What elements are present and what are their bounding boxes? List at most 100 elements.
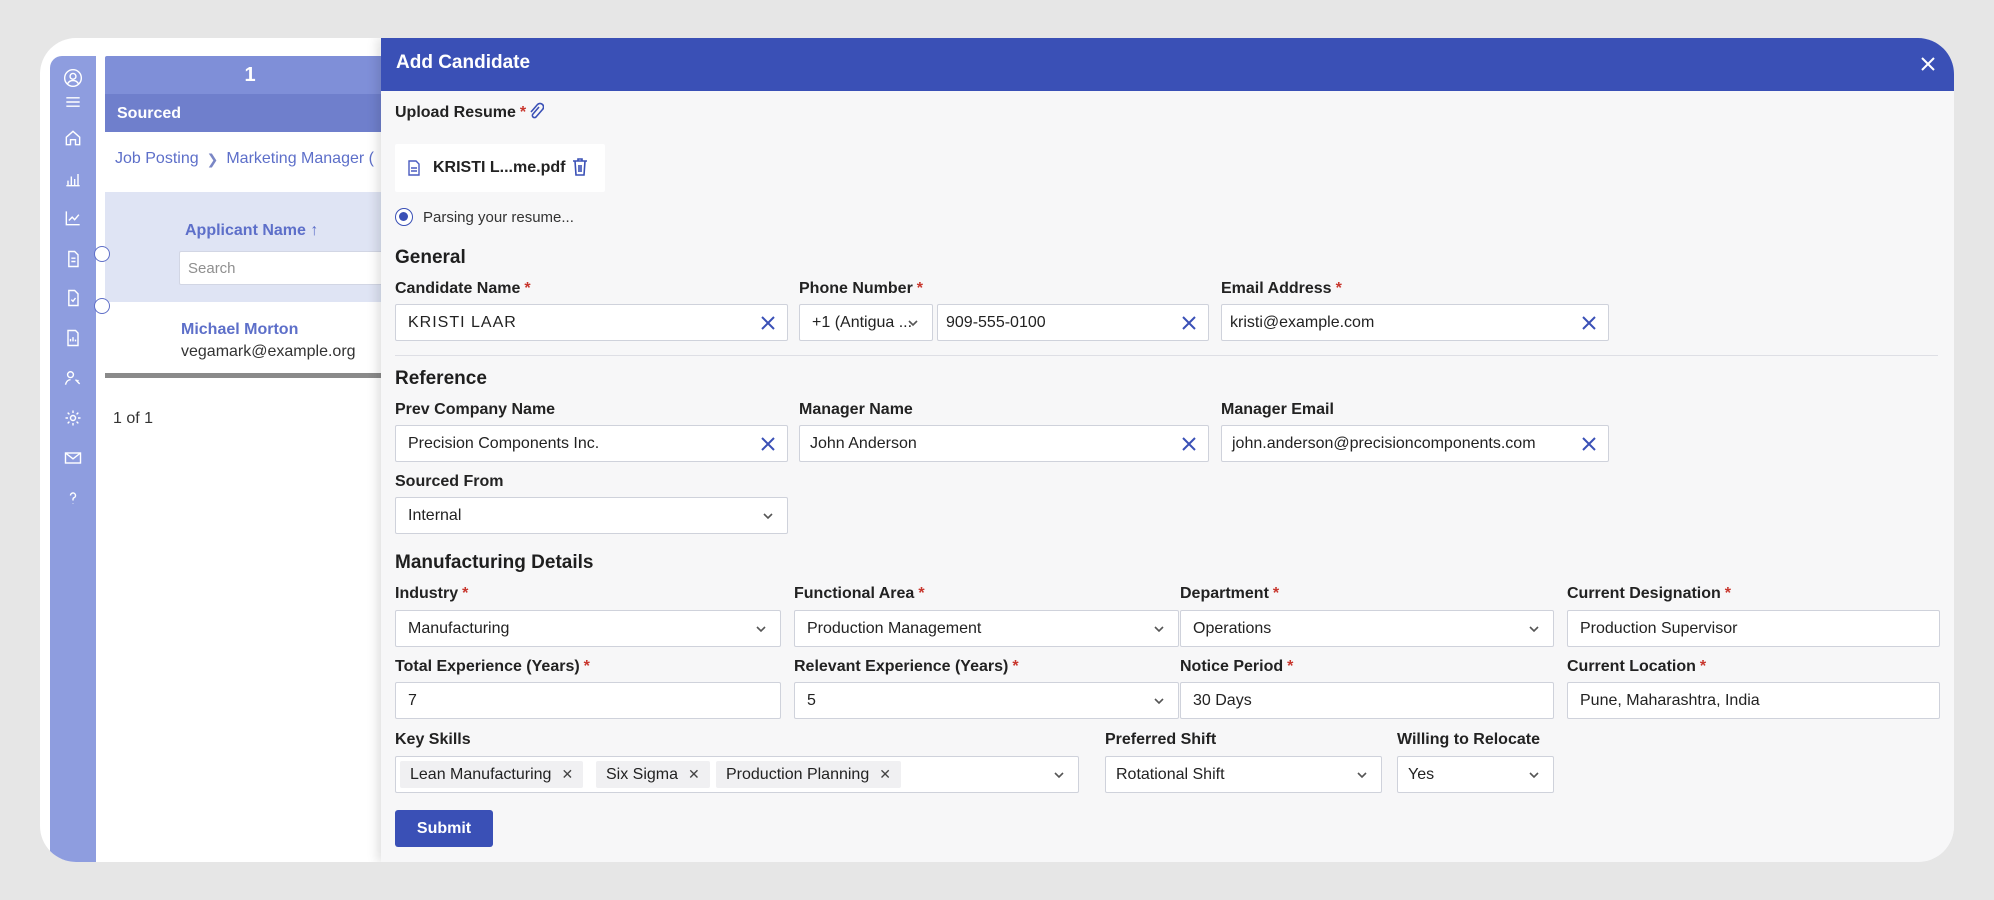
applicant-name-link[interactable]: Michael Morton bbox=[181, 321, 298, 339]
skill-chip: Six Sigma ✕ bbox=[596, 761, 710, 788]
breadcrumb-root[interactable]: Job Posting bbox=[115, 150, 199, 168]
relevant-experience-label: Relevant Experience (Years) * bbox=[794, 658, 1019, 675]
manager-name-field[interactable]: John Anderson bbox=[799, 425, 1209, 462]
willing-to-relocate-label: Willing to Relocate bbox=[1397, 731, 1540, 748]
submit-button[interactable]: Submit bbox=[395, 810, 493, 847]
uploaded-file-name: KRISTI L...me.pdf bbox=[433, 159, 566, 176]
app-window: 1 Sourced Job Posting ❯ Marketing Manage… bbox=[40, 38, 1954, 862]
row-select-radio[interactable] bbox=[94, 298, 110, 314]
modal-header: Add Candidate bbox=[381, 38, 1954, 91]
preferred-shift-label: Preferred Shift bbox=[1105, 731, 1217, 748]
breadcrumb: Job Posting ❯ Marketing Manager ( bbox=[115, 150, 374, 168]
country-code-select[interactable]: +1 (Antigua ... bbox=[799, 304, 933, 341]
parsing-status-text: Parsing your resume... bbox=[423, 209, 574, 226]
stage-card-sourced[interactable]: 1 Sourced bbox=[105, 56, 395, 132]
chevron-down-icon bbox=[906, 316, 920, 330]
department-select[interactable]: Operations bbox=[1180, 610, 1554, 647]
current-location-field[interactable]: Pune, Maharashtra, India bbox=[1567, 682, 1940, 719]
home-icon[interactable] bbox=[61, 126, 85, 150]
email-address-field[interactable]: kristi@example.com bbox=[1221, 304, 1609, 341]
user-key-icon[interactable] bbox=[61, 366, 85, 390]
chevron-down-icon bbox=[761, 509, 775, 523]
sourced-from-select[interactable]: Internal bbox=[395, 497, 788, 534]
line-chart-icon[interactable] bbox=[61, 206, 85, 230]
document-check-icon[interactable] bbox=[61, 286, 85, 310]
clear-icon[interactable] bbox=[1580, 435, 1598, 453]
willing-to-relocate-value: Yes bbox=[1408, 766, 1435, 783]
remove-chip-icon[interactable]: ✕ bbox=[561, 766, 573, 783]
stage-label: Sourced bbox=[117, 105, 182, 122]
current-location-label: Current Location * bbox=[1567, 658, 1707, 675]
paperclip-icon[interactable] bbox=[528, 102, 548, 124]
gear-icon[interactable] bbox=[61, 406, 85, 430]
preferred-shift-select[interactable]: Rotational Shift bbox=[1105, 756, 1382, 793]
chevron-down-icon bbox=[1152, 694, 1166, 708]
functional-area-value: Production Management bbox=[807, 620, 982, 637]
phone-number-field[interactable]: 909-555-0100 bbox=[937, 304, 1209, 341]
manager-name-value: John Anderson bbox=[810, 435, 917, 452]
industry-select[interactable]: Manufacturing bbox=[395, 610, 781, 647]
key-skills-label: Key Skills bbox=[395, 731, 471, 748]
chevron-right-icon: ❯ bbox=[206, 150, 219, 167]
trash-icon[interactable] bbox=[571, 157, 591, 177]
horizontal-scrollbar[interactable] bbox=[105, 373, 425, 378]
user-avatar-icon[interactable] bbox=[61, 66, 85, 90]
remove-chip-icon[interactable]: ✕ bbox=[879, 766, 891, 783]
current-designation-field[interactable]: Production Supervisor bbox=[1567, 610, 1940, 647]
department-label: Department * bbox=[1180, 585, 1280, 602]
relevant-experience-select[interactable]: 5 bbox=[794, 682, 1179, 719]
column-header-applicant-name[interactable]: Applicant Name ↑ bbox=[185, 222, 318, 240]
relevant-experience-value: 5 bbox=[807, 692, 816, 709]
current-location-value: Pune, Maharashtra, India bbox=[1580, 692, 1760, 709]
candidate-name-label: Candidate Name * bbox=[395, 280, 531, 297]
sourced-from-label: Sourced From bbox=[395, 473, 504, 490]
menu-icon[interactable] bbox=[61, 90, 85, 114]
clear-icon[interactable] bbox=[759, 314, 777, 332]
candidate-name-value: KRISTI LAAR bbox=[408, 314, 517, 331]
clear-icon[interactable] bbox=[1180, 314, 1198, 332]
clear-icon[interactable] bbox=[1180, 435, 1198, 453]
clear-icon[interactable] bbox=[1580, 314, 1598, 332]
applicant-email: vegamark@example.org bbox=[181, 343, 356, 360]
prev-company-field[interactable]: Precision Components Inc. bbox=[395, 425, 788, 462]
skill-chip: Lean Manufacturing ✕ bbox=[400, 761, 584, 788]
chevron-down-icon bbox=[1355, 768, 1369, 782]
uploaded-file-card: KRISTI L...me.pdf bbox=[395, 144, 605, 192]
stage-footer: Sourced bbox=[105, 94, 395, 132]
candidate-name-field[interactable]: KRISTI LAAR bbox=[395, 304, 788, 341]
breadcrumb-current[interactable]: Marketing Manager ( bbox=[226, 150, 374, 168]
email-address-label: Email Address * bbox=[1221, 280, 1342, 297]
manager-email-field[interactable]: john.anderson@precisioncomponents.com bbox=[1221, 425, 1609, 462]
file-icon bbox=[407, 160, 423, 176]
skill-chip: Production Planning ✕ bbox=[716, 761, 901, 788]
notice-period-label: Notice Period * bbox=[1180, 658, 1294, 675]
notice-period-field[interactable]: 30 Days bbox=[1180, 682, 1554, 719]
chevron-down-icon bbox=[1527, 768, 1541, 782]
department-value: Operations bbox=[1193, 620, 1272, 637]
notice-period-value: 30 Days bbox=[1193, 692, 1252, 709]
total-experience-field[interactable]: 7 bbox=[395, 682, 781, 719]
chevron-down-icon bbox=[754, 622, 768, 636]
modal-title: Add Candidate bbox=[396, 52, 531, 73]
total-experience-value: 7 bbox=[408, 692, 417, 709]
mail-icon[interactable] bbox=[61, 446, 85, 470]
help-icon[interactable] bbox=[61, 486, 85, 510]
section-divider bbox=[395, 355, 1938, 356]
bar-chart-icon[interactable] bbox=[61, 167, 85, 191]
industry-label: Industry * bbox=[395, 585, 469, 602]
report-icon[interactable] bbox=[61, 326, 85, 350]
remove-chip-icon[interactable]: ✕ bbox=[688, 766, 700, 783]
key-skills-multiselect[interactable]: Lean Manufacturing ✕ Six Sigma ✕ Product… bbox=[395, 756, 1079, 793]
willing-to-relocate-select[interactable]: Yes bbox=[1397, 756, 1554, 793]
clear-icon[interactable] bbox=[759, 435, 777, 453]
pager-text: 1 of 1 bbox=[113, 410, 154, 427]
functional-area-select[interactable]: Production Management bbox=[794, 610, 1179, 647]
total-experience-label: Total Experience (Years) * bbox=[395, 658, 590, 675]
document-icon[interactable] bbox=[61, 247, 85, 271]
nav-rail bbox=[50, 56, 96, 862]
close-icon[interactable] bbox=[1916, 52, 1940, 76]
table-header: Applicant Name ↑ Search bbox=[105, 192, 429, 302]
preferred-shift-value: Rotational Shift bbox=[1116, 766, 1225, 783]
section-manufacturing-details: Manufacturing Details bbox=[395, 552, 594, 573]
select-all-radio[interactable] bbox=[94, 246, 110, 262]
